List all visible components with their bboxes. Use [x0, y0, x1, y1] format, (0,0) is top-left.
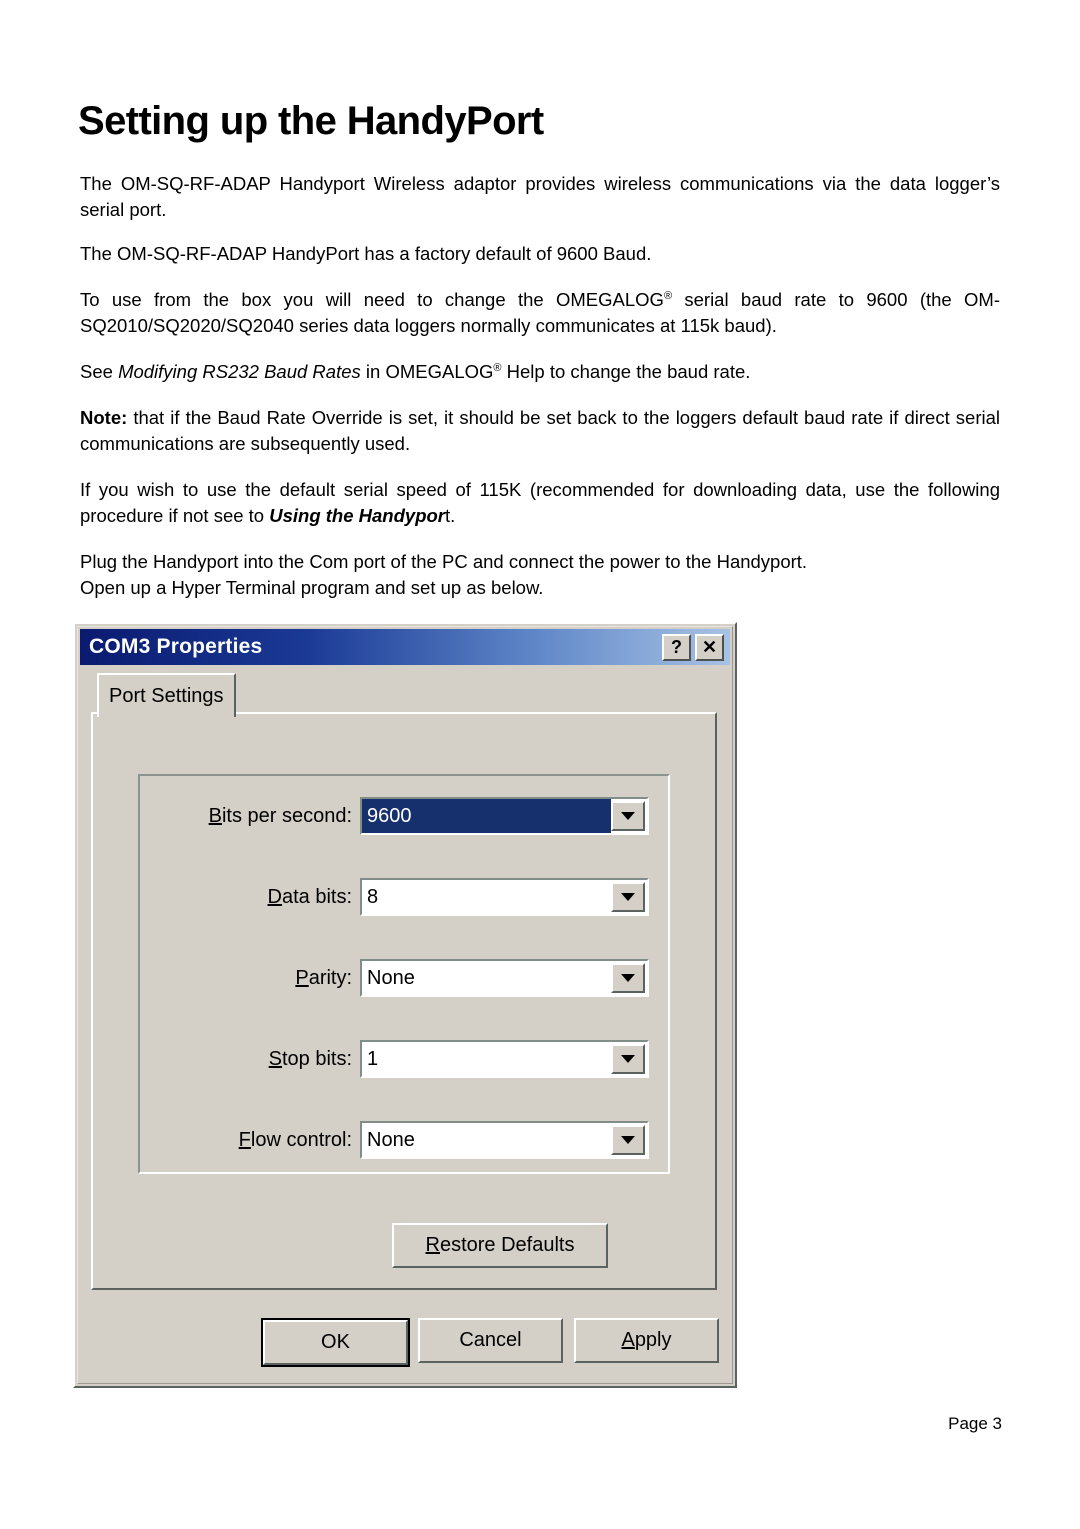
paragraph-baud-change: To use from the box you will need to cha… [80, 287, 1000, 339]
dialog-button-bar: OK Cancel Apply [0, 1318, 1080, 1368]
arrow-glyph [621, 974, 635, 982]
arrow-glyph [621, 1055, 635, 1063]
arrow-glyph [621, 812, 635, 820]
accel-key: S [268, 1047, 282, 1070]
label-bits-per-second: Bits per second: [93, 805, 360, 828]
dialog-title: COM3 Properties [89, 635, 263, 658]
combobox-value-flow-control: None [362, 1123, 611, 1157]
field-row-flow-control: Flow control: None [93, 1120, 649, 1160]
paragraph-text-b: t. [445, 504, 456, 526]
button-label: estore Defaults [439, 1234, 575, 1256]
button-label: Cancel [459, 1329, 522, 1351]
accel-key: P [295, 966, 309, 989]
label-stop-bits: Stop bits: [93, 1048, 360, 1071]
label-flow-control: Flow control: [93, 1129, 360, 1152]
field-row-data-bits: Data bits: 8 [93, 877, 649, 917]
titlebar-button-group: ? ✕ [662, 633, 730, 661]
label-parity: Parity: [93, 967, 360, 990]
paragraph-text-b: in OMEGALOG [360, 360, 494, 382]
paragraph-plug-instructions: Plug the Handyport into the Com port of … [80, 549, 1000, 601]
paragraph-see-reference: See Modifying RS232 Baud Rates in OMEGAL… [80, 359, 1000, 385]
accel-key: F [238, 1128, 251, 1151]
accel-key: D [267, 885, 282, 908]
paragraph-text-a: See [80, 360, 119, 382]
label-text: ata bits: [282, 885, 353, 908]
accel-key: A [621, 1329, 635, 1351]
dialog-titlebar[interactable]: COM3 Properties ? ✕ [80, 629, 730, 665]
paragraph-text-a: If you wish to use the default serial sp… [80, 478, 1000, 526]
paragraph-line-2: Open up a Hyper Terminal program and set… [80, 576, 544, 598]
button-label: pply [634, 1329, 672, 1351]
ok-button-label: OK [263, 1320, 408, 1365]
paragraph-text-c: Help to change the baud rate. [501, 360, 751, 382]
page-title: Setting up the HandyPort [78, 98, 544, 143]
chevron-down-icon[interactable] [611, 801, 645, 831]
paragraph-note: Note: that if the Baud Rate Override is … [80, 405, 1000, 457]
combobox-stop-bits[interactable]: 1 [360, 1040, 649, 1078]
label-text: its per second: [221, 804, 353, 827]
close-icon[interactable]: ✕ [695, 633, 724, 661]
restore-defaults-button[interactable]: Restore Defaults [392, 1223, 608, 1268]
combobox-value-bits-per-second: 9600 [362, 799, 611, 833]
chevron-down-icon[interactable] [611, 882, 645, 912]
chevron-down-icon[interactable] [611, 963, 645, 993]
document-page: Setting up the HandyPort The OM-SQ-RF-AD… [0, 0, 1080, 1529]
combobox-value-parity: None [362, 961, 611, 995]
paragraph-line-1: Plug the Handyport into the Com port of … [80, 550, 808, 572]
paragraph-text: The OM-SQ-RF-ADAP HandyPort has a factor… [80, 242, 652, 264]
paragraph-115k: If you wish to use the default serial sp… [80, 477, 1000, 529]
combobox-value-stop-bits: 1 [362, 1042, 611, 1076]
accel-key: B [208, 804, 222, 827]
chevron-down-icon[interactable] [611, 1125, 645, 1155]
arrow-glyph [621, 1136, 635, 1144]
note-label: Note: [80, 406, 128, 428]
tab-label: Port Settings [109, 684, 224, 707]
chevron-down-icon[interactable] [611, 1044, 645, 1074]
apply-button[interactable]: Apply [574, 1318, 719, 1363]
field-row-stop-bits: Stop bits: 1 [93, 1039, 649, 1079]
combobox-parity[interactable]: None [360, 959, 649, 997]
tab-panel-port-settings: Bits per second: 9600 Data bits: 8 Parit… [91, 712, 717, 1290]
cancel-button[interactable]: Cancel [418, 1318, 563, 1363]
help-icon[interactable]: ? [662, 633, 691, 661]
ok-button[interactable]: OK [261, 1318, 410, 1367]
field-row-bits-per-second: Bits per second: 9600 [93, 796, 649, 836]
using-the-handyport-reference: Using the Handypor [269, 504, 445, 526]
com3-properties-dialog: COM3 Properties ? ✕ Port Settings Bits p… [73, 622, 737, 1388]
label-data-bits: Data bits: [93, 886, 360, 909]
combobox-value-data-bits: 8 [362, 880, 611, 914]
combobox-data-bits[interactable]: 8 [360, 878, 649, 916]
tab-port-settings[interactable]: Port Settings [97, 673, 236, 717]
paragraph-intro: The OM-SQ-RF-ADAP Handyport Wireless ada… [80, 171, 1000, 223]
accel-key: R [425, 1234, 440, 1256]
page-footer: Page 3 [948, 1414, 1002, 1433]
registered-mark: ® [493, 361, 502, 374]
paragraph-text: that if the Baud Rate Override is set, i… [80, 406, 1000, 454]
combobox-bits-per-second[interactable]: 9600 [360, 797, 649, 835]
label-text: low control: [250, 1128, 353, 1151]
paragraph-factory-default: The OM-SQ-RF-ADAP HandyPort has a factor… [80, 241, 1000, 267]
label-text: top bits: [282, 1047, 353, 1070]
combobox-flow-control[interactable]: None [360, 1121, 649, 1159]
paragraph-text: The OM-SQ-RF-ADAP Handyport Wireless ada… [80, 172, 1000, 220]
paragraph-text-a: To use from the box you will need to cha… [80, 288, 664, 310]
reference-title: Modifying RS232 Baud Rates [118, 360, 361, 382]
label-text: arity: [308, 966, 353, 989]
registered-mark: ® [663, 289, 673, 302]
arrow-glyph [621, 893, 635, 901]
field-row-parity: Parity: None [93, 958, 649, 998]
